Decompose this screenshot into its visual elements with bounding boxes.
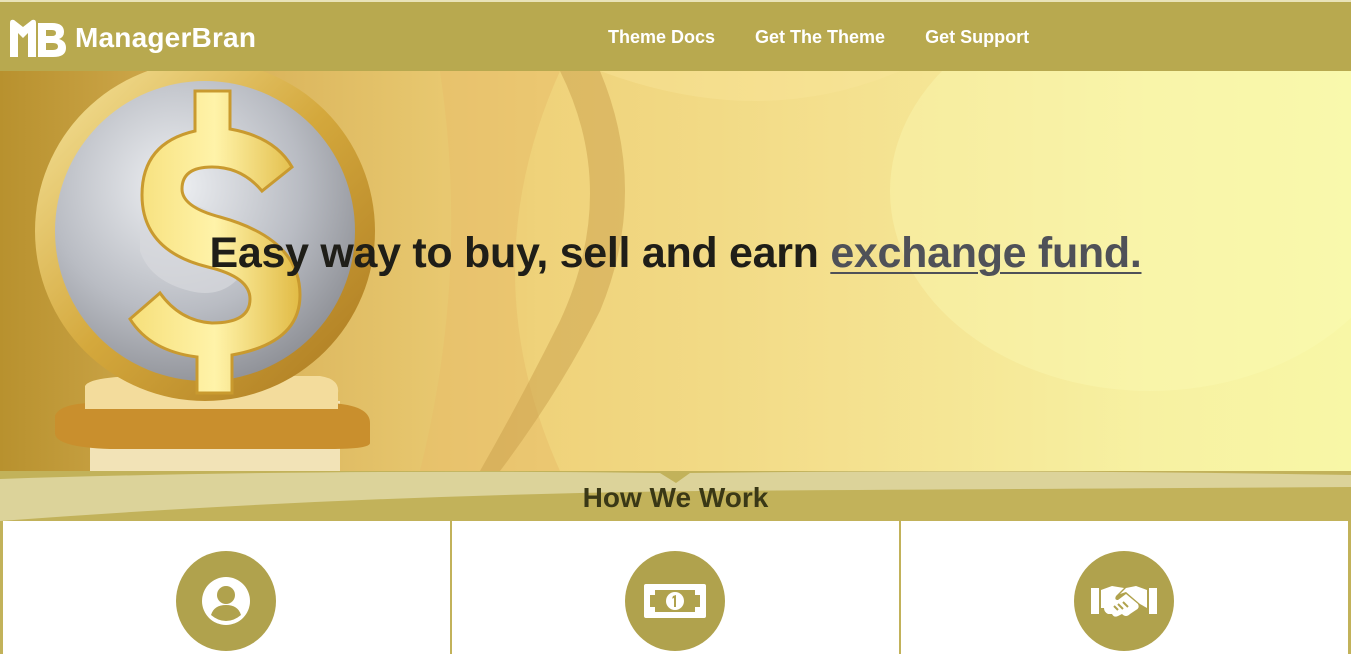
user-account-icon xyxy=(202,577,250,625)
section-title: How We Work xyxy=(582,482,769,513)
nav-get-the-theme[interactable]: Get The Theme xyxy=(755,2,885,73)
hero-banner: Easy way to buy, sell and earn exchange … xyxy=(0,71,1351,471)
work-card-payment xyxy=(452,521,899,654)
nav-theme-docs[interactable]: Theme Docs xyxy=(608,2,715,73)
mb-monogram-logo-icon xyxy=(10,19,66,57)
brand-link[interactable]: ManagerBran xyxy=(8,17,256,59)
hero-headline: Easy way to buy, sell and earn exchange … xyxy=(0,229,1351,278)
money-bill-icon xyxy=(644,584,706,618)
icon-circle xyxy=(625,551,725,651)
top-navbar: ManagerBran Theme Docs Get The Theme Get… xyxy=(0,0,1351,71)
icon-circle xyxy=(176,551,276,651)
brand-name: ManagerBran xyxy=(75,22,257,53)
main-nav: Theme Docs Get The Theme Get Support xyxy=(608,2,1069,73)
work-card-account xyxy=(3,521,450,654)
handshake-icon xyxy=(1091,586,1157,617)
icon-circle xyxy=(1074,551,1174,651)
hero-headline-link[interactable]: exchange fund. xyxy=(830,229,1141,277)
work-card-deal xyxy=(901,521,1348,654)
how-we-work-section: How We Work xyxy=(0,471,1351,654)
nav-get-support[interactable]: Get Support xyxy=(925,2,1029,73)
hero-headline-main: Easy way to buy, sell and earn xyxy=(209,229,831,277)
